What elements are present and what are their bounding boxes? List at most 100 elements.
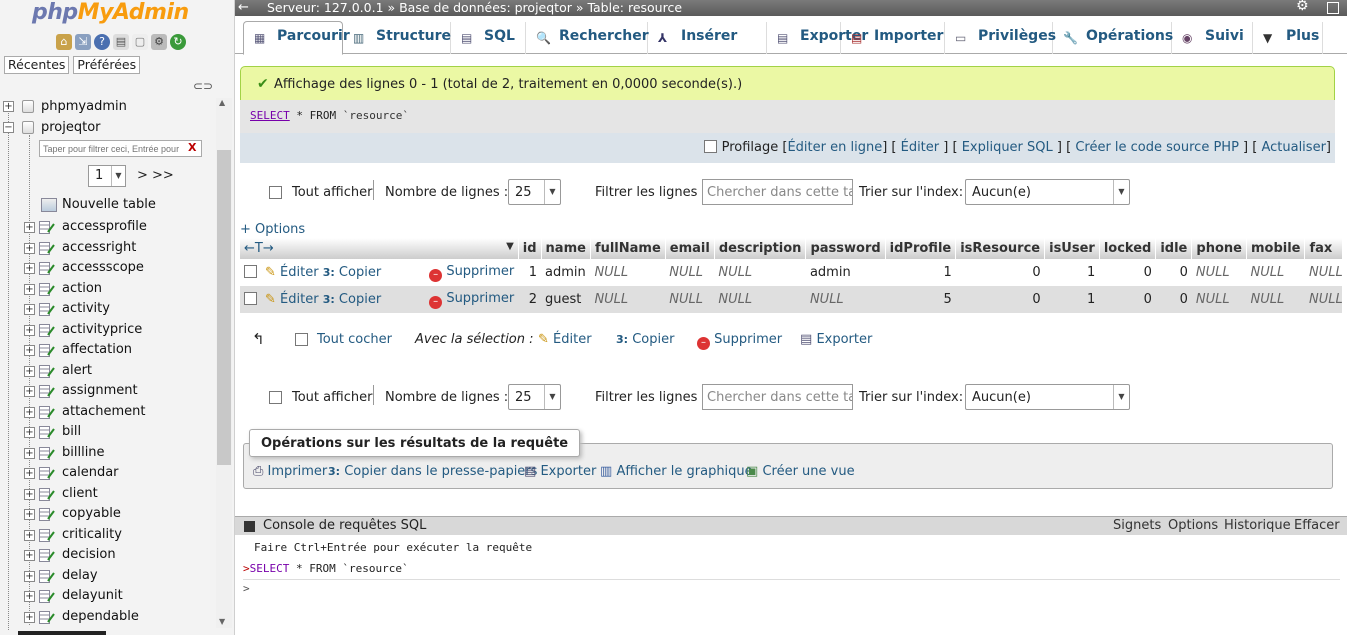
expand-icon[interactable]: + — [24, 468, 35, 479]
table-copyable[interactable]: copyable — [62, 506, 121, 521]
table-icon[interactable] — [39, 446, 55, 461]
check-all-checkbox[interactable] — [295, 333, 308, 346]
bulk-edit-button[interactable]: ✎ Éditer — [538, 332, 592, 347]
expand-icon[interactable]: + — [24, 386, 35, 397]
expand-icon[interactable]: + — [24, 591, 35, 602]
table-icon[interactable] — [39, 590, 55, 604]
maximize-icon[interactable] — [1327, 2, 1339, 14]
scroll-down-icon[interactable]: ▼ — [219, 617, 225, 626]
column-header-id[interactable]: id — [518, 238, 542, 259]
table-affectation[interactable]: affectation — [62, 342, 132, 357]
table-icon[interactable] — [39, 221, 55, 235]
console-history-link[interactable]: Historique — [1224, 518, 1291, 533]
cell-locked[interactable]: 0 — [1099, 286, 1156, 313]
column-resize-icon[interactable]: ←T→ — [244, 241, 274, 256]
table-activity[interactable]: activity — [62, 301, 110, 316]
cell-isUser[interactable]: 1 — [1044, 259, 1100, 286]
row-delete-button[interactable]: – Supprimer — [429, 291, 514, 309]
logout-icon[interactable]: ⇲ — [75, 34, 91, 50]
tab-recent[interactable]: Récentes — [4, 56, 70, 74]
bulk-copy-button[interactable]: 3: Copier — [616, 332, 674, 347]
column-header-mobile[interactable]: mobile — [1246, 238, 1306, 259]
refresh-link[interactable]: Actualiser — [1261, 140, 1325, 155]
expand-icon[interactable]: + — [24, 509, 35, 520]
tab-inserer[interactable]: ⅄ Insérer — [648, 22, 767, 54]
tab-importer[interactable]: ▤ Importer — [841, 22, 945, 54]
column-header-phone[interactable]: phone — [1191, 238, 1247, 259]
cell-name[interactable]: admin — [541, 259, 591, 286]
table-icon[interactable] — [39, 241, 55, 256]
new-table-link[interactable]: Nouvelle table — [62, 197, 156, 212]
breadcrumb[interactable]: Serveur: 127.0.0.1 » Base de données: pr… — [267, 0, 682, 15]
table-icon[interactable] — [39, 385, 55, 399]
table-accessprofile[interactable]: accessprofile — [62, 219, 147, 234]
database-projeqtor[interactable]: projeqtor — [41, 120, 101, 135]
cell-name[interactable]: guest — [541, 286, 591, 313]
row-delete-button[interactable]: – Supprimer — [429, 264, 514, 282]
row-edit-button[interactable]: ✎ Éditer — [265, 265, 319, 280]
edit-sql-link[interactable]: Éditer — [901, 140, 940, 155]
table-icon[interactable] — [39, 364, 55, 379]
table-icon[interactable] — [39, 610, 55, 625]
tab-plus[interactable]: ▼ Plus — [1253, 22, 1323, 54]
gear-icon[interactable]: ⚙ — [151, 34, 167, 50]
export-button[interactable]: ▤ Exporter — [524, 464, 596, 479]
row-checkbox[interactable] — [244, 292, 257, 305]
console-input-prompt[interactable]: > — [243, 582, 250, 595]
expand-icon[interactable]: + — [24, 283, 35, 295]
show-chart-button[interactable]: ▥ Afficher le graphique — [600, 464, 753, 479]
cell-fax[interactable]: NULL — [1304, 259, 1342, 286]
table-activityprice[interactable]: activityprice — [62, 322, 142, 337]
expand-icon[interactable]: + — [24, 488, 35, 500]
column-toggle-header[interactable]: ←T→ ▼ — [240, 238, 519, 259]
sql-keyword-select[interactable]: SELECT — [250, 109, 290, 122]
tab-exporter[interactable]: ▤ Exporter — [767, 22, 868, 54]
table-icon[interactable] — [39, 426, 55, 440]
cell-idProfile[interactable]: 1 — [885, 259, 956, 286]
expand-icon[interactable]: + — [3, 101, 14, 112]
column-header-email[interactable]: email — [665, 238, 715, 259]
table-icon[interactable] — [39, 303, 55, 317]
table-calendar[interactable]: calendar — [62, 465, 119, 480]
expand-icon[interactable]: + — [24, 529, 35, 541]
cell-fullName[interactable]: NULL — [590, 259, 666, 286]
table-accessright[interactable]: accessright — [62, 240, 136, 255]
table-delay[interactable]: delay — [62, 568, 98, 583]
expand-icon[interactable]: + — [24, 222, 35, 233]
tab-favorites[interactable]: Préférées — [73, 56, 141, 74]
table-dependable[interactable]: dependable — [62, 609, 139, 624]
settings-gear-icon[interactable]: ⚙ — [1296, 0, 1309, 14]
table-criticality[interactable]: criticality — [62, 527, 122, 542]
table-row[interactable]: ✎ Éditer 3: Copier – Supprimer 1 admin NULL N… — [240, 259, 1342, 286]
docs-icon[interactable]: ▤ — [113, 34, 129, 50]
cell-locked[interactable]: 0 — [1099, 259, 1156, 286]
table-icon[interactable] — [39, 262, 55, 276]
show-all-checkbox[interactable] — [269, 391, 282, 404]
expand-icon[interactable]: + — [24, 427, 35, 438]
php-code-link[interactable]: Créer le code source PHP — [1075, 140, 1239, 155]
table-icon[interactable] — [39, 569, 55, 584]
sort-index-select[interactable]: Aucun(e) ▼ — [965, 384, 1130, 410]
sql-console-body[interactable]: Faire Ctrl+Entrée pour exécuter la requê… — [235, 535, 1347, 635]
column-header-isUser[interactable]: isUser — [1044, 238, 1100, 259]
filter-rows-input[interactable]: Chercher dans cette table — [702, 179, 853, 205]
row-edit-button[interactable]: ✎ Éditer — [265, 292, 319, 307]
table-icon[interactable] — [39, 282, 55, 297]
link-icon[interactable]: ⊂⊃ — [193, 79, 213, 93]
table-icon[interactable] — [39, 467, 55, 481]
chevron-down-icon[interactable]: ▼ — [506, 241, 514, 252]
tab-sql[interactable]: ▤ SQL — [451, 22, 526, 54]
table-icon[interactable] — [39, 487, 55, 502]
cell-idle[interactable]: 0 — [1155, 259, 1192, 286]
column-header-idle[interactable]: idle — [1155, 238, 1193, 259]
copy-clipboard-button[interactable]: 3: Copier dans le presse-papiers — [328, 464, 537, 479]
page-next-link[interactable]: > >> — [137, 168, 174, 183]
scroll-thumb[interactable] — [217, 150, 231, 465]
database-phpmyadmin[interactable]: phpmyadmin — [41, 99, 127, 114]
expand-icon[interactable]: + — [24, 611, 35, 623]
sort-index-select[interactable]: Aucun(e) ▼ — [965, 179, 1130, 205]
expand-icon[interactable]: + — [24, 324, 35, 336]
cell-fullName[interactable]: NULL — [590, 286, 666, 313]
cell-description[interactable]: NULL — [714, 259, 806, 286]
options-link[interactable]: + Options — [240, 222, 305, 237]
